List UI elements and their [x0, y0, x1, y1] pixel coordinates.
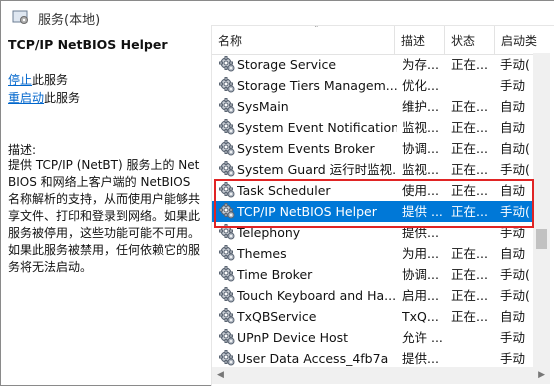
service-status: 正在...	[451, 246, 488, 261]
restart-service-link[interactable]: 重启动	[8, 91, 44, 105]
table-row[interactable]: System Event Notification... 监视... 正在... 自动	[212, 117, 542, 138]
service-status: 正在...	[451, 288, 488, 303]
service-status: 正在...	[451, 162, 488, 177]
column-header-status[interactable]: 状态	[445, 26, 495, 54]
vertical-scroll-thumb[interactable]	[536, 229, 547, 249]
gear-icon	[219, 203, 236, 220]
stop-service-action: 停止此服务	[8, 71, 68, 88]
list-header: ˄ 名称 描述 状态 启动类	[212, 26, 542, 55]
service-description: 监视...	[402, 162, 439, 177]
table-row[interactable]: Themes 为用... 正在... 自动	[212, 243, 542, 264]
table-row[interactable]: User Data Access_4fb7a 提供... 手动	[212, 348, 542, 369]
gear-icon	[219, 329, 236, 346]
service-status	[451, 348, 495, 369]
table-row[interactable]: UPnP Device Host 允许 ... 手动	[212, 327, 542, 348]
service-description: 提供 ...	[402, 204, 443, 219]
service-description: 协调...	[402, 141, 439, 156]
column-header-name[interactable]: 名称	[212, 26, 395, 54]
service-status: 正在...	[451, 120, 488, 135]
services-list[interactable]: ˄ 名称 描述 状态 启动类 Storage Service 为存... 正在...…	[211, 25, 554, 386]
service-name: TxQBService	[237, 309, 317, 324]
service-status	[451, 75, 495, 96]
service-status: 正在...	[451, 141, 488, 156]
service-description: 提供...	[402, 351, 439, 366]
service-description: 启用...	[402, 288, 439, 303]
service-description: 维护...	[402, 99, 439, 114]
service-name: System Event Notification...	[237, 120, 397, 135]
service-name: System Guard 运行时监视...	[237, 162, 397, 177]
table-row[interactable]: Storage Service 为存... 正在... 手动(	[212, 54, 542, 75]
scroll-left-arrow-icon[interactable]: ◀	[217, 370, 224, 380]
service-status: 正在...	[451, 309, 488, 324]
service-name: Themes	[237, 246, 287, 261]
service-status	[451, 327, 495, 348]
service-name: Time Broker	[237, 267, 313, 282]
description-label: 描述:	[8, 143, 37, 157]
table-row[interactable]: TxQBService TxQ... 正在... 自动	[212, 306, 542, 327]
service-status: 正在...	[451, 57, 488, 72]
service-description: 协调...	[402, 267, 439, 282]
restart-service-action: 重启动此服务	[8, 89, 80, 106]
service-status: 正在...	[451, 267, 488, 282]
column-header-description[interactable]: 描述	[395, 26, 445, 54]
service-name: System Events Broker	[237, 141, 375, 156]
gear-icon	[219, 98, 236, 115]
table-row[interactable]: Touch Keyboard and Ha... 启用... 正在... 手动(	[212, 285, 542, 306]
horizontal-scrollbar[interactable]: ◀ ▶	[212, 367, 550, 384]
description-text: 提供 TCP/IP (NetBT) 服务上的 NetBIOS 和网络上客户端的 …	[8, 158, 201, 274]
service-description: 为存...	[402, 57, 439, 72]
service-description: 监视...	[402, 120, 439, 135]
gear-icon	[219, 161, 236, 178]
services-icon	[12, 9, 30, 25]
service-status: 正在...	[451, 99, 488, 114]
scroll-right-arrow-icon[interactable]: ▶	[538, 370, 545, 380]
table-row[interactable]: Storage Tiers Managem... 优化... 手动	[212, 75, 542, 96]
service-name: Storage Service	[237, 57, 337, 72]
service-name: Touch Keyboard and Ha...	[237, 288, 397, 303]
services-window: 服务(本地) TCP/IP NetBIOS Helper 停止此服务 重启动此服…	[0, 0, 554, 386]
service-description: 提供...	[402, 225, 439, 240]
stop-service-suffix: 此服务	[32, 73, 69, 87]
description-panel: TCP/IP NetBIOS Helper 停止此服务 重启动此服务 描述: 提…	[1, 33, 211, 385]
table-row[interactable]: System Events Broker 协调... 正在... 自动(	[212, 138, 542, 159]
gear-icon	[219, 182, 236, 199]
service-description: 使用...	[402, 183, 439, 198]
gear-icon	[219, 56, 236, 73]
gear-icon	[219, 308, 236, 325]
service-name: User Data Access_4fb7a	[237, 351, 389, 366]
service-status: 正在...	[451, 204, 488, 219]
gear-icon	[219, 245, 236, 262]
column-header-startup-type[interactable]: 启动类	[495, 26, 542, 54]
service-description: 为用...	[402, 246, 439, 261]
service-description: 优化...	[402, 78, 439, 93]
table-row[interactable]: System Guard 运行时监视... 监视... 正在... 手动(	[212, 159, 542, 180]
table-row[interactable]: Telephony 提供... 手动	[212, 222, 542, 243]
window-title: 服务(本地)	[38, 13, 101, 28]
service-description: 允许 ...	[402, 330, 443, 345]
service-description: TxQ...	[402, 309, 439, 324]
gear-icon	[219, 266, 236, 283]
table-row[interactable]: Task Scheduler 使用... 正在... 自动	[212, 180, 542, 201]
restart-service-suffix: 此服务	[44, 91, 81, 105]
gear-icon	[219, 77, 236, 94]
gear-icon	[219, 224, 236, 241]
selected-service-title: TCP/IP NetBIOS Helper	[8, 37, 168, 52]
service-name: Task Scheduler	[237, 183, 331, 198]
gear-icon	[219, 140, 236, 157]
table-row[interactable]: SysMain 维护... 正在... 自动	[212, 96, 542, 117]
service-name: Telephony	[237, 225, 301, 240]
gear-icon	[219, 350, 236, 367]
gear-icon	[219, 287, 236, 304]
stop-service-link[interactable]: 停止	[8, 73, 32, 87]
service-name: TCP/IP NetBIOS Helper	[237, 204, 377, 219]
table-row[interactable]: Time Broker 协调... 正在... 手动(	[212, 264, 542, 285]
table-row[interactable]: TCP/IP NetBIOS Helper 提供 ... 正在... 手动(	[212, 201, 542, 222]
service-status	[451, 222, 495, 243]
vertical-scrollbar[interactable]	[533, 53, 550, 367]
service-name: SysMain	[237, 99, 289, 114]
service-status: 正在...	[451, 183, 488, 198]
gear-icon	[219, 119, 236, 136]
service-name: UPnP Device Host	[237, 330, 349, 345]
service-name: Storage Tiers Managem...	[237, 78, 397, 93]
